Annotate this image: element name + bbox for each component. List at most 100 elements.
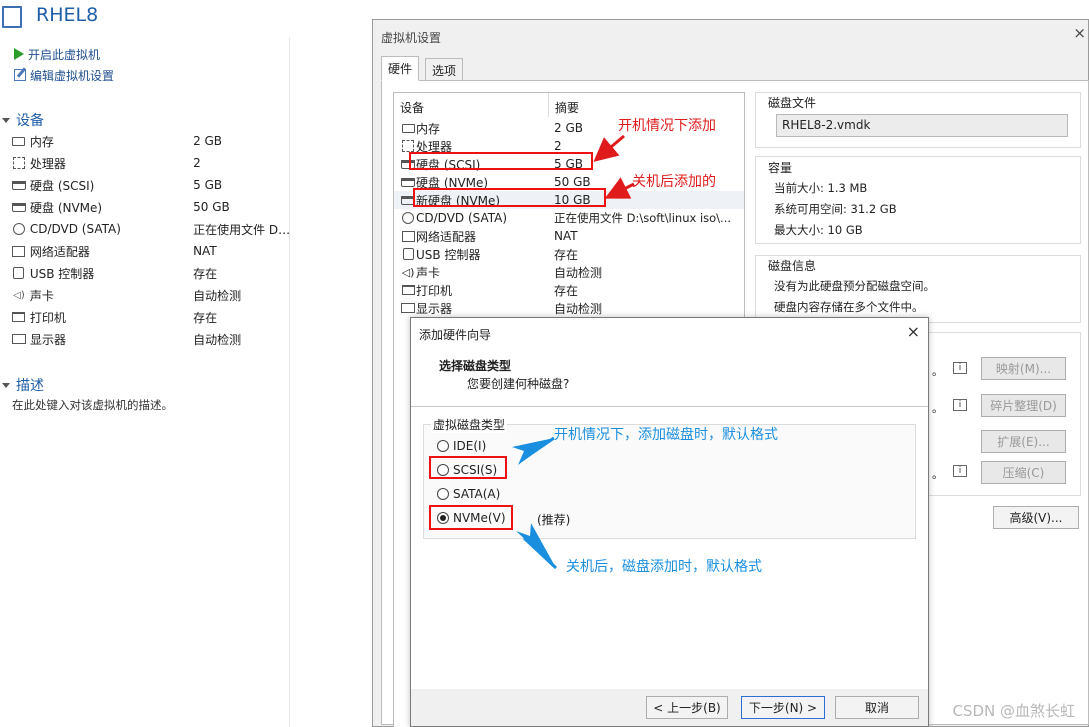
compact-button[interactable]: 压缩(C) <box>981 461 1066 484</box>
power-on-label: 开启此虚拟机 <box>28 47 101 62</box>
list-row-usb[interactable]: USB 控制器 存在 <box>394 245 744 263</box>
play-icon <box>14 48 24 60</box>
device-value: 50 GB <box>193 200 230 214</box>
power-on-link[interactable]: 开启此虚拟机 <box>14 45 100 63</box>
map-button[interactable]: 映射(M)... <box>981 357 1066 380</box>
description-section-toggle[interactable]: 描述 <box>2 375 44 395</box>
watermark: CSDN @血煞长虹 <box>952 702 1075 720</box>
disk-info-group: 磁盘信息 没有为此硬盘预分配磁盘空间。 硬盘内容存储在多个文件中。 <box>755 255 1081 323</box>
wizard-heading: 选择磁盘类型 <box>439 359 512 373</box>
list-row-value: 2 <box>554 139 562 153</box>
current-size: 当前大小: 1.3 MB <box>774 181 868 195</box>
list-row-name: 声卡 <box>416 265 441 280</box>
disk-file-field[interactable]: RHEL8-2.vmdk <box>776 114 1068 137</box>
device-row-disk-nvme[interactable]: 硬盘 (NVMe) 50 GB <box>12 197 292 217</box>
expand-button[interactable]: 扩展(E)... <box>981 430 1066 453</box>
list-row-display[interactable]: 显示器 自动检测 <box>394 299 744 317</box>
list-row-value: 自动检测 <box>554 265 603 280</box>
highlight-box-new-nvme-disk <box>413 188 606 207</box>
monitor-icon <box>12 333 26 345</box>
close-icon[interactable]: × <box>1073 24 1086 42</box>
available-space: 系统可用空间: 31.2 GB <box>774 202 897 216</box>
wizard-header: 添加硬件向导 × 选择磁盘类型 您要创建何种磁盘? <box>411 318 928 406</box>
device-name: 网络适配器 <box>29 244 90 259</box>
note-default-when-on: 开机情况下，添加磁盘时，默认格式 <box>554 427 778 443</box>
column-header-device[interactable]: 设备 <box>400 99 424 116</box>
device-name: 处理器 <box>29 156 66 171</box>
devices-header: 设备 <box>16 113 44 129</box>
device-row-usb[interactable]: USB 控制器 存在 <box>12 263 292 283</box>
disk-icon <box>12 179 26 191</box>
list-row-network[interactable]: 网络适配器 NAT <box>394 227 744 245</box>
device-row-sound[interactable]: ◁) 声卡 自动检测 <box>12 285 292 305</box>
cancel-button[interactable]: 取消 <box>835 696 919 719</box>
device-name: 硬盘 (SCSI) <box>30 178 95 193</box>
usb-icon <box>400 248 416 260</box>
list-row-name: USB 控制器 <box>416 247 481 262</box>
devices-section-toggle[interactable]: 设备 <box>2 110 44 130</box>
max-size: 最大大小: 10 GB <box>774 223 863 237</box>
note-powered-off-added: 关机后添加的 <box>632 174 716 190</box>
utility-dot: 。 <box>932 365 943 378</box>
list-row-value: 存在 <box>554 283 579 298</box>
usb-icon <box>12 267 26 279</box>
highlight-box-nvme-option <box>429 505 513 530</box>
radio-sata[interactable]: SATA(A) <box>437 485 500 503</box>
radio-label: IDE(I) <box>453 439 487 453</box>
device-name: 内存 <box>29 134 54 149</box>
radio-button[interactable] <box>437 440 449 452</box>
list-row-value: NAT <box>554 229 578 243</box>
defrag-button[interactable]: 碎片整理(D) <box>981 394 1066 417</box>
device-value: 正在使用文件 D:... <box>193 222 292 237</box>
disk-info-line-2: 硬盘内容存储在多个文件中。 <box>774 300 924 314</box>
collapse-icon <box>2 117 10 123</box>
vm-summary-pane: RHEL8 开启此虚拟机 编辑虚拟机设置 设备 内存 2 GB 处理器 2 硬盘… <box>0 0 372 727</box>
note-default-when-off: 关机后，磁盘添加时，默认格式 <box>566 559 762 575</box>
list-row-printer[interactable]: 打印机 存在 <box>394 281 744 299</box>
close-icon[interactable]: × <box>907 322 920 341</box>
device-value: 5 GB <box>193 178 223 192</box>
collapse-icon <box>2 382 10 388</box>
disk-file-group: 磁盘文件 RHEL8-2.vmdk <box>755 92 1081 148</box>
next-button[interactable]: 下一步(N) > <box>741 696 825 719</box>
device-row-cd[interactable]: CD/DVD (SATA) 正在使用文件 D:... <box>12 219 292 239</box>
tab-options[interactable]: 选项 <box>425 58 464 81</box>
highlight-box-scsi-option <box>429 456 507 479</box>
disk-icon <box>12 201 26 213</box>
device-row-cpu[interactable]: 处理器 2 <box>12 153 292 173</box>
back-button[interactable]: < 上一步(B) <box>646 696 728 719</box>
tab-hardware[interactable]: 硬件 <box>381 56 420 81</box>
list-row-sound[interactable]: ◁) 声卡 自动检测 <box>394 263 744 281</box>
device-row-disk-scsi[interactable]: 硬盘 (SCSI) 5 GB <box>12 175 292 195</box>
capacity-group: 容量 当前大小: 1.3 MB 系统可用空间: 31.2 GB 最大大小: 10… <box>755 156 1081 244</box>
radio-button[interactable] <box>437 488 449 500</box>
list-row-value: 存在 <box>554 247 579 262</box>
radio-ide[interactable]: IDE(I) <box>437 437 486 455</box>
vm-icon <box>2 6 22 28</box>
advanced-button[interactable]: 高级(V)... <box>993 506 1079 529</box>
cpu-icon <box>400 140 416 152</box>
device-row-memory[interactable]: 内存 2 GB <box>12 131 292 151</box>
list-row-name: 显示器 <box>416 301 453 316</box>
radio-label: SATA(A) <box>453 487 501 501</box>
list-row-value: 2 GB <box>554 121 583 135</box>
disk-icon <box>400 177 416 187</box>
printer-icon <box>400 285 416 295</box>
wizard-body: 虚拟磁盘类型 IDE(I) SCSI(S) SATA(A) NVMe(V) (推… <box>411 407 928 689</box>
utility-dot: 。 <box>932 468 943 481</box>
edit-icon <box>14 69 26 81</box>
device-list-header: 设备 摘要 <box>394 93 744 117</box>
edit-settings-link[interactable]: 编辑虚拟机设置 <box>14 66 114 84</box>
device-value: 自动检测 <box>193 288 242 303</box>
device-row-display[interactable]: 显示器 自动检测 <box>12 329 292 349</box>
column-header-summary[interactable]: 摘要 <box>555 99 579 116</box>
device-name: 声卡 <box>29 288 54 303</box>
device-name: USB 控制器 <box>29 266 95 281</box>
device-row-network[interactable]: 网络适配器 NAT <box>12 241 292 261</box>
highlight-box-scsi-disk <box>409 152 593 170</box>
wizard-subheading: 您要创建何种磁盘? <box>467 377 570 391</box>
list-row-cd[interactable]: CD/DVD (SATA) 正在使用文件 D:\soft\linux iso\.… <box>394 209 744 227</box>
list-row-name: 网络适配器 <box>416 229 477 244</box>
description-field[interactable]: 在此处键入对该虚拟机的描述。 <box>12 397 173 413</box>
device-row-printer[interactable]: 打印机 存在 <box>12 307 292 327</box>
